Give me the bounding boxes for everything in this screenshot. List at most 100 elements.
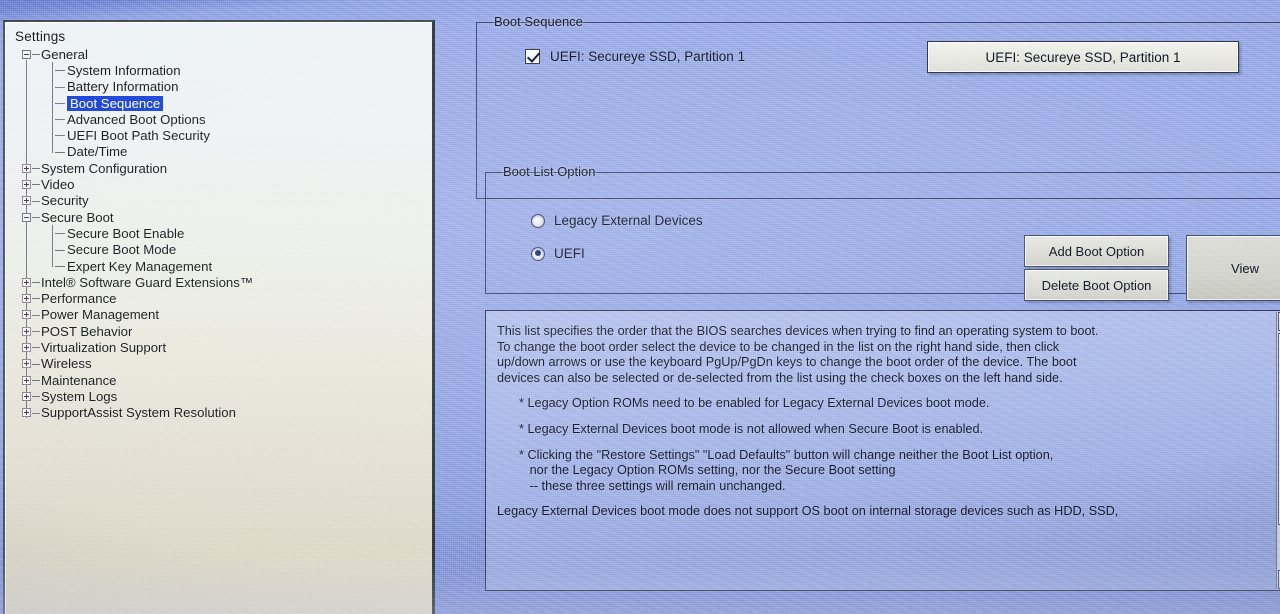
expand-plus-icon[interactable] xyxy=(22,180,31,190)
delete-boot-option-button[interactable]: Delete Boot Option xyxy=(1024,269,1169,301)
sidebar-item-general[interactable]: General xyxy=(13,46,432,62)
sidebar-item-maintenance[interactable]: Maintenance xyxy=(13,372,432,388)
boot-list-option-legend: Boot List Option xyxy=(498,164,601,179)
sidebar-item-label: System Configuration xyxy=(41,160,168,176)
sidebar-item-power-management[interactable]: Power Management xyxy=(13,307,432,323)
sidebar-item-label: System Information xyxy=(67,62,181,78)
radio-legacy-label: Legacy External Devices xyxy=(554,213,703,228)
add-boot-option-button[interactable]: Add Boot Option xyxy=(1024,235,1169,267)
sidebar-item-label: General xyxy=(41,46,88,62)
sidebar-item-label: Advanced Boot Options xyxy=(67,111,206,127)
tree-connector xyxy=(32,200,40,202)
tree-connector xyxy=(32,168,40,170)
collapse-minus-icon[interactable] xyxy=(22,49,31,59)
radio-legacy-external-devices[interactable]: Legacy External Devices xyxy=(531,213,703,228)
sidebar-item-advanced-boot-options[interactable]: Advanced Boot Options xyxy=(13,111,432,127)
tree-connector xyxy=(55,151,65,153)
tree-connector xyxy=(32,314,40,316)
sidebar-item-date-time[interactable]: Date/Time xyxy=(13,144,432,160)
radio-legacy-indicator[interactable] xyxy=(531,213,545,228)
sidebar-item-battery-information[interactable]: Battery Information xyxy=(13,79,432,95)
tree-connector xyxy=(32,379,40,381)
sidebar-item-label: Secure Boot Mode xyxy=(67,242,177,258)
sidebar-item-label: Intel® Software Guard Extensions™ xyxy=(41,274,254,290)
sidebar-item-virtualization-support[interactable]: Virtualization Support xyxy=(13,339,432,355)
boot-entry-checkbox[interactable] xyxy=(525,49,540,64)
page-title: Settings xyxy=(15,29,66,44)
sidebar-item-label: Virtualization Support xyxy=(41,339,167,355)
sidebar-item-performance[interactable]: Performance xyxy=(13,290,432,306)
description-pane: This list specifies the order that the B… xyxy=(485,310,1280,591)
bios-screen: Settings General System Information Batter… xyxy=(0,0,1280,614)
tree-connector xyxy=(32,412,40,414)
settings-tree[interactable]: General System Information Battery Informa… xyxy=(13,46,432,421)
tree-connector xyxy=(55,70,65,72)
selected-boot-device-button[interactable]: UEFI: Secureye SSD, Partition 1 xyxy=(927,41,1239,73)
sidebar-item-system-information[interactable]: System Information xyxy=(13,62,432,78)
description-text: This list specifies the order that the B… xyxy=(486,311,1280,520)
tree-connector xyxy=(55,102,65,104)
tree-connector xyxy=(32,184,40,186)
expand-plus-icon[interactable] xyxy=(22,310,31,320)
sidebar-item-label: Wireless xyxy=(41,356,92,372)
description-paragraph: This list specifies the order that the B… xyxy=(497,324,1099,385)
sidebar-item-security[interactable]: Security xyxy=(13,193,432,209)
boot-entry-label: UEFI: Secureye SSD, Partition 1 xyxy=(550,49,746,64)
sidebar-item-label: POST Behavior xyxy=(41,323,133,339)
sidebar-item-system-configuration[interactable]: System Configuration xyxy=(13,160,432,176)
tree-connector xyxy=(32,298,40,300)
sidebar-item-label: Video xyxy=(41,177,75,193)
expand-plus-icon[interactable] xyxy=(22,277,31,287)
tree-connector xyxy=(32,396,40,398)
expand-plus-icon[interactable] xyxy=(22,359,31,369)
tree-connector xyxy=(32,363,40,365)
sidebar-item-label: Secure Boot xyxy=(41,209,114,225)
sidebar-item-label: Security xyxy=(41,193,89,209)
description-bullet: * Legacy External Devices boot mode is n… xyxy=(519,421,984,436)
expand-plus-icon[interactable] xyxy=(22,326,31,336)
sidebar-item-label: Performance xyxy=(41,291,117,307)
sidebar-item-secure-boot-enable[interactable]: Secure Boot Enable xyxy=(13,225,432,241)
sidebar-item-video[interactable]: Video xyxy=(13,176,432,192)
tree-connector xyxy=(55,265,65,267)
boot-list-option-group: Boot List Option Legacy External Devices… xyxy=(485,164,1280,301)
radio-uefi[interactable]: UEFI xyxy=(531,246,585,261)
sidebar-item-boot-sequence[interactable]: Boot Sequence xyxy=(13,95,432,111)
sidebar-item-system-logs[interactable]: System Logs xyxy=(13,388,432,404)
sidebar-item-supportassist-system-resolution[interactable]: SupportAssist System Resolution xyxy=(13,405,432,421)
radio-uefi-label: UEFI xyxy=(554,246,585,261)
expand-plus-icon[interactable] xyxy=(22,163,31,173)
expand-plus-icon[interactable] xyxy=(22,294,31,304)
boot-sequence-entry-row[interactable]: UEFI: Secureye SSD, Partition 1 xyxy=(525,49,745,64)
sidebar-item-label: Secure Boot Enable xyxy=(67,225,185,241)
sidebar-item-secure-boot[interactable]: Secure Boot xyxy=(13,209,432,225)
sidebar-item-label: Battery Information xyxy=(67,79,179,95)
tree-connector xyxy=(55,233,65,235)
sidebar-item-label: Boot Sequence xyxy=(67,95,164,111)
sidebar-item-intel-software-guard-extensions[interactable]: Intel® Software Guard Extensions™ xyxy=(13,274,432,290)
description-scrollbar[interactable] xyxy=(1276,312,1280,589)
sidebar-item-uefi-boot-path-security[interactable]: UEFI Boot Path Security xyxy=(13,127,432,143)
sidebar-item-post-behavior[interactable]: POST Behavior xyxy=(13,323,432,339)
sidebar-item-expert-key-management[interactable]: Expert Key Management xyxy=(13,258,432,274)
expand-plus-icon[interactable] xyxy=(22,375,31,385)
expand-plus-icon[interactable] xyxy=(22,391,31,401)
expand-plus-icon[interactable] xyxy=(22,342,31,352)
sidebar-item-label: Maintenance xyxy=(41,372,117,388)
radio-uefi-indicator[interactable] xyxy=(531,246,545,261)
tree-connector xyxy=(55,86,65,88)
expand-plus-icon[interactable] xyxy=(22,196,31,206)
sidebar-item-label: UEFI Boot Path Security xyxy=(67,128,210,144)
view-button[interactable]: View xyxy=(1186,235,1280,301)
sidebar-item-label: Date/Time xyxy=(67,144,128,160)
collapse-minus-icon[interactable] xyxy=(22,212,31,222)
tree-branch-line xyxy=(52,225,53,267)
sidebar-item-secure-boot-mode[interactable]: Secure Boot Mode xyxy=(13,242,432,258)
tree-connector xyxy=(32,216,40,218)
expand-plus-icon[interactable] xyxy=(22,408,31,418)
description-paragraph: Legacy External Devices boot mode does n… xyxy=(497,504,1119,519)
tree-connector xyxy=(32,282,40,284)
sidebar-item-label: Power Management xyxy=(41,307,160,323)
sidebar-item-wireless[interactable]: Wireless xyxy=(13,356,432,372)
tree-connector xyxy=(32,347,40,349)
